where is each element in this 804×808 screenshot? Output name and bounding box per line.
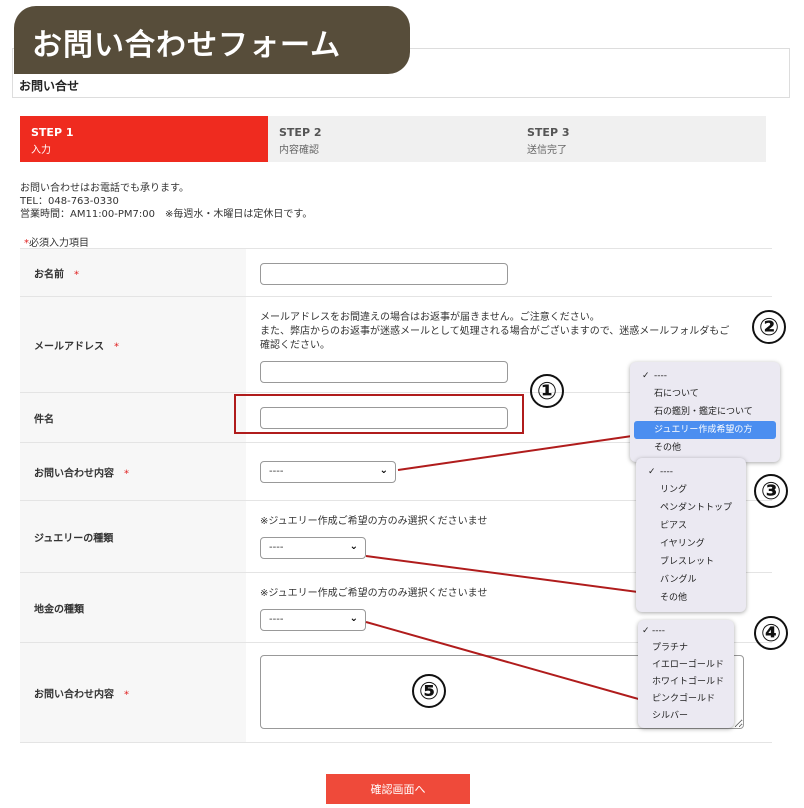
dropdown-option[interactable]: ペンダントトップ <box>636 499 746 517</box>
option-label: ---- <box>660 467 673 477</box>
dropdown-option[interactable]: イヤリング <box>636 535 746 553</box>
dropdown-option[interactable]: バングル <box>636 571 746 589</box>
jewelry-dropdown: ✓ ---- リング ペンダントトップ ピアス イヤリング ブレスレット バングル… <box>636 458 746 612</box>
dropdown-option[interactable]: ✓ ---- <box>638 623 734 640</box>
intro-line-1: お問い合わせはお電話でも承ります。 <box>20 183 189 194</box>
name-label-cell: お名前 * <box>20 249 246 296</box>
dropdown-option[interactable]: リング <box>636 481 746 499</box>
inquiry-dropdown: ✓ ---- 石について 石の鑑別・鑑定について ジュエリー作成希望の方 その他 <box>630 362 780 462</box>
option-label: ---- <box>652 626 665 636</box>
step-progress: STEP 1 入力 STEP 2 内容確認 STEP 3 送信完了 <box>20 116 766 162</box>
contact-intro: お問い合わせはお電話でも承ります。 TEL：048-763-0330 営業時間：… <box>20 182 312 221</box>
required-star: * <box>124 689 129 700</box>
dropdown-option[interactable]: プラチナ <box>638 640 734 657</box>
step-3-label: 送信完了 <box>527 145 567 156</box>
dropdown-option[interactable]: 石の鑑別・鑑定について <box>630 403 780 421</box>
intro-hours: 営業時間：AM11:00-PM7:00 ※毎週水・木曜日は定休日です。 <box>20 209 313 220</box>
message-label-cell: お問い合わせ内容 * <box>20 643 246 742</box>
email-label-cell: メールアドレス * <box>20 297 246 392</box>
email-input[interactable] <box>260 361 508 383</box>
dropdown-option[interactable]: ホワイトゴールド <box>638 674 734 691</box>
dropdown-option[interactable]: ✓ ---- <box>630 367 780 385</box>
dropdown-option[interactable]: その他 <box>636 589 746 607</box>
metal-type-select[interactable]: ---- ⌄ <box>260 609 366 631</box>
chevron-down-icon: ⌄ <box>379 465 388 476</box>
dropdown-option[interactable]: ブレスレット <box>636 553 746 571</box>
option-label: ---- <box>654 371 667 381</box>
callout-4: ④ <box>754 616 788 650</box>
dropdown-option[interactable]: ピンクゴールド <box>638 691 734 708</box>
name-label: お名前 <box>34 269 64 280</box>
dropdown-option[interactable]: シルバー <box>638 708 734 725</box>
email-note-line-3: 確認ください。 <box>260 340 330 351</box>
jewelry-note: ※ジュエリー作成ご希望の方のみ選択くださいませ <box>260 516 488 527</box>
chevron-down-icon: ⌄ <box>349 541 358 552</box>
email-label: メールアドレス <box>34 341 104 352</box>
metal-type-value: ---- <box>269 614 284 625</box>
intro-phone: TEL：048-763-0330 <box>20 196 119 207</box>
step-3-number: STEP 3 <box>527 126 570 139</box>
required-star: * <box>74 269 79 280</box>
jewelry-type-label: ジュエリーの種類 <box>34 533 114 544</box>
metal-type-label-cell: 地金の種類 <box>20 573 246 642</box>
callout-3: ③ <box>754 474 788 508</box>
jewelry-type-label-cell: ジュエリーの種類 <box>20 501 246 572</box>
row-name: お名前 * <box>20 249 772 297</box>
step-2: STEP 2 内容確認 <box>268 116 516 162</box>
email-note-line-2: また、弊店からのお返事が迷惑メールとして処理される場合がございますので、迷惑メー… <box>260 326 730 337</box>
page-title: お問い合せ <box>19 79 80 93</box>
callout-5: ⑤ <box>412 674 446 708</box>
subject-label: 件名 <box>34 414 54 425</box>
dropdown-option[interactable]: その他 <box>630 439 780 457</box>
dropdown-option[interactable]: ✓ ---- <box>636 463 746 481</box>
email-note-line-1: メールアドレスをお間違えの場合はお返事が届きません。ご注意ください。 <box>260 312 600 323</box>
subject-highlight-box <box>234 394 524 434</box>
subject-label-cell: 件名 <box>20 393 246 442</box>
dropdown-option[interactable]: ピアス <box>636 517 746 535</box>
metal-type-label: 地金の種類 <box>34 604 84 615</box>
message-label: お問い合わせ内容 <box>34 689 114 700</box>
checkmark-icon: ✓ <box>642 626 650 636</box>
callout-2: ② <box>752 310 786 344</box>
step-2-label: 内容確認 <box>279 145 319 156</box>
confirm-button[interactable]: 確認画面へ <box>326 774 470 804</box>
email-note: メールアドレスをお間違えの場合はお返事が届きません。ご注意ください。 また、弊店… <box>260 311 760 353</box>
jewelry-type-select[interactable]: ---- ⌄ <box>260 537 366 559</box>
dropdown-option[interactable]: 石について <box>630 385 780 403</box>
step-1-number: STEP 1 <box>31 126 74 139</box>
metal-dropdown: ✓ ---- プラチナ イエローゴールド ホワイトゴールド ピンクゴールド シルバ… <box>638 620 734 728</box>
dropdown-option[interactable]: イエローゴールド <box>638 657 734 674</box>
checkmark-icon: ✓ <box>648 467 656 477</box>
chevron-down-icon: ⌄ <box>349 613 358 624</box>
step-1-label: 入力 <box>31 145 51 156</box>
inquiry-type-select[interactable]: ---- ⌄ <box>260 461 396 483</box>
inquiry-type-label: お問い合わせ内容 <box>34 468 114 479</box>
checkmark-icon: ✓ <box>642 371 650 381</box>
title-banner: お問い合わせフォーム <box>14 6 410 74</box>
metal-note: ※ジュエリー作成ご希望の方のみ選択くださいませ <box>260 588 488 599</box>
banner-title: お問い合わせフォーム <box>32 28 342 63</box>
step-3: STEP 3 送信完了 <box>516 116 764 162</box>
required-star: * <box>124 468 129 479</box>
step-1: STEP 1 入力 <box>20 116 268 162</box>
step-2-number: STEP 2 <box>279 126 322 139</box>
inquiry-type-label-cell: お問い合わせ内容 * <box>20 443 246 500</box>
callout-1: ① <box>530 374 564 408</box>
required-star: * <box>114 341 119 352</box>
name-input[interactable] <box>260 263 508 285</box>
inquiry-type-value: ---- <box>269 466 284 477</box>
required-note: *必須入力項目 <box>24 234 89 249</box>
dropdown-option-highlighted[interactable]: ジュエリー作成希望の方 <box>634 421 776 439</box>
jewelry-type-value: ---- <box>269 542 284 553</box>
